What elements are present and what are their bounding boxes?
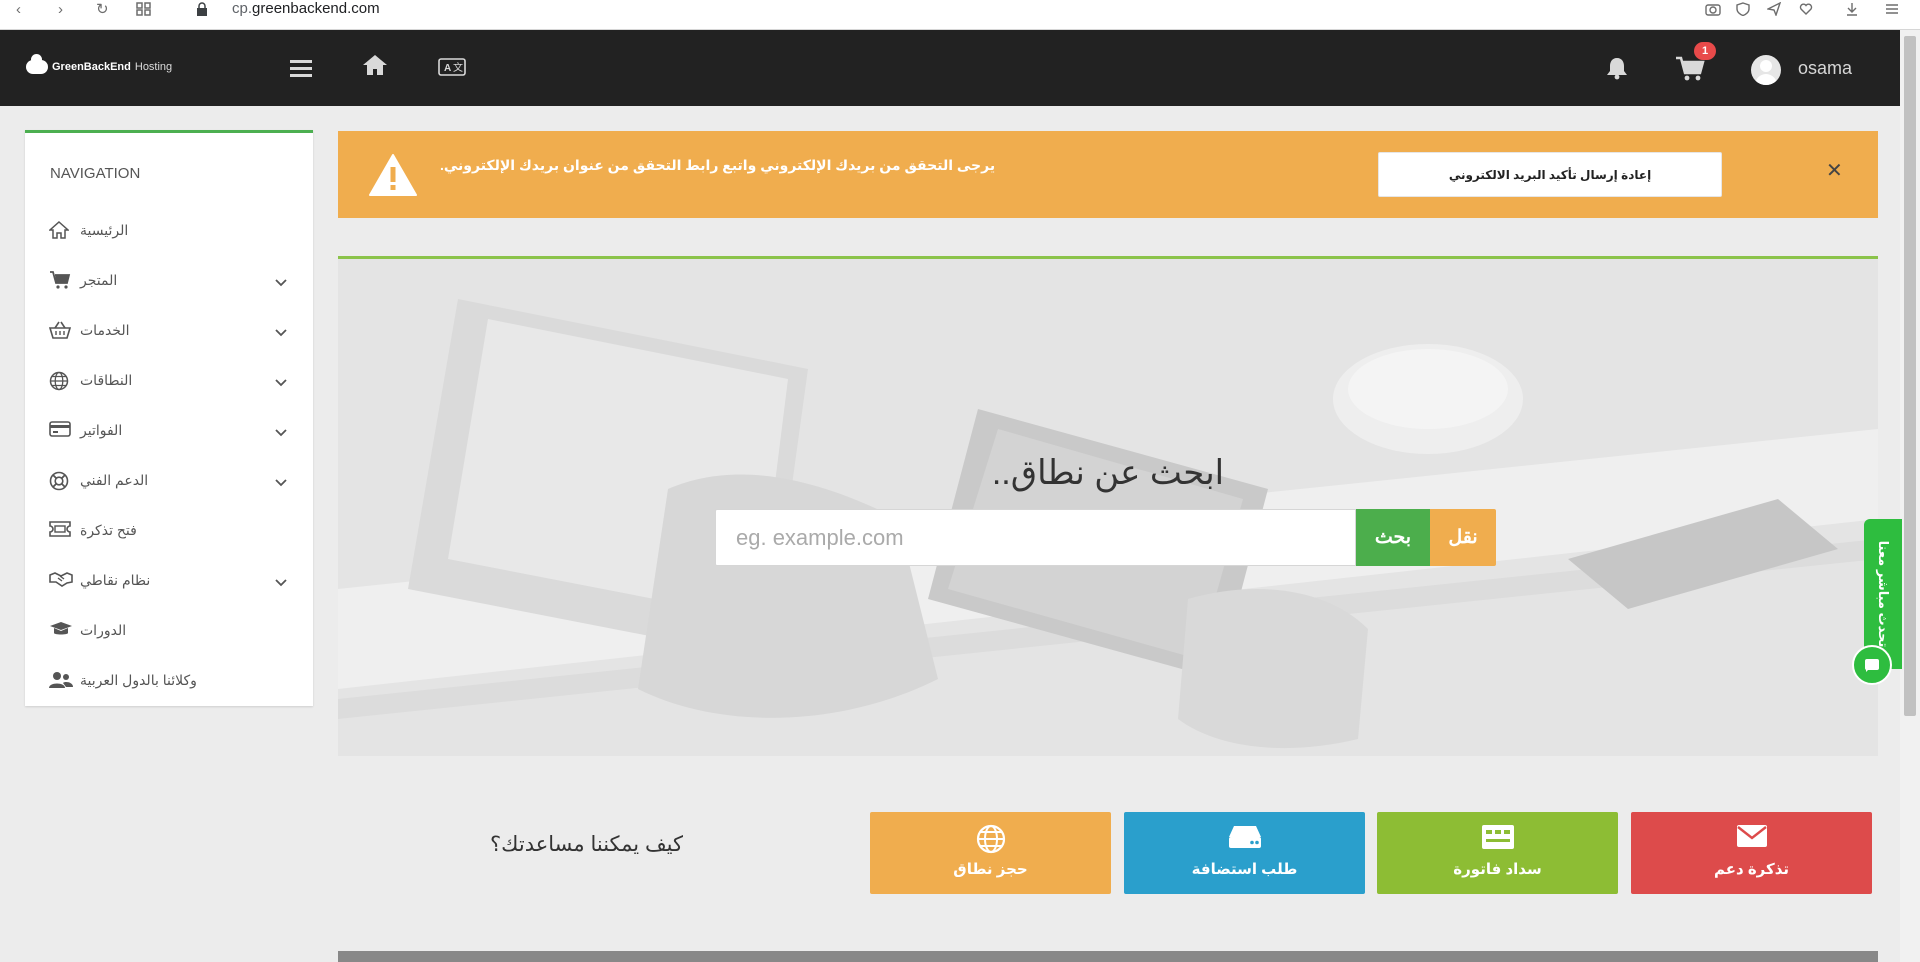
chevron-down-icon: [275, 424, 287, 442]
username[interactable]: osama: [1798, 58, 1852, 79]
avatar[interactable]: [1751, 55, 1781, 85]
site-logo[interactable]: GreenBackEnd Hosting: [26, 54, 173, 74]
graduation-cap-icon: [49, 621, 72, 641]
globe-icon: [49, 371, 71, 391]
sidebar-item-agents[interactable]: وكلائنا بالدول العربية: [25, 661, 313, 701]
invoice-icon: [1481, 824, 1515, 855]
url-bar[interactable]: cp.greenbackend.com: [232, 0, 380, 17]
url-domain: greenbackend.com: [252, 0, 380, 17]
page-scrollbar[interactable]: [1900, 30, 1920, 962]
pay-invoice-tile[interactable]: سداد فاتورة: [1377, 812, 1618, 894]
lifebuoy-icon: [49, 471, 71, 491]
tile-label: طلب استضافة: [1191, 861, 1298, 878]
ticket-icon: [49, 521, 71, 541]
sidebar-item-label: الدورات: [80, 622, 127, 638]
sidebar-item-home[interactable]: الرئيسية: [25, 211, 313, 251]
shield-icon[interactable]: [1736, 2, 1750, 19]
domain-search-button[interactable]: بحث: [1356, 509, 1430, 566]
bell-icon[interactable]: [1606, 56, 1628, 85]
camera-icon[interactable]: [1705, 2, 1721, 19]
domain-transfer-button[interactable]: نقل: [1430, 509, 1496, 566]
sidebar-item-support[interactable]: الدعم الفني: [25, 461, 313, 501]
chevron-down-icon: [275, 274, 287, 292]
hero-background-image: [338, 259, 1878, 756]
forward-icon[interactable]: ›: [58, 2, 63, 17]
cloud-icon: [26, 54, 48, 74]
sidebar-item-open-ticket[interactable]: فتح تذكرة: [25, 511, 313, 551]
chevron-down-icon: [275, 474, 287, 492]
chevron-down-icon: [275, 374, 287, 392]
logo-suffix: Hosting: [134, 61, 173, 73]
home-icon[interactable]: [362, 54, 388, 81]
basket-icon: [48, 321, 72, 341]
top-navbar: GreenBackEnd Hosting A文 1 osama: [0, 30, 1900, 106]
language-icon[interactable]: A文: [438, 58, 466, 81]
url-subdomain: cp.: [232, 0, 253, 17]
sidebar-item-label: الدعم الفني: [80, 472, 149, 488]
resend-verification-button[interactable]: إعادة إرسال تأكيد البريد الالكتروني: [1378, 152, 1722, 197]
chevron-down-icon: [275, 574, 287, 592]
cart-count-badge: 1: [1694, 42, 1716, 60]
home-icon: [48, 220, 71, 241]
order-hosting-tile[interactable]: طلب استضافة: [1124, 812, 1365, 894]
alert-message: يرجى التحقق من بريدك الإلكتروني واتبع را…: [440, 157, 996, 173]
heart-icon[interactable]: [1799, 2, 1813, 19]
svg-text:文: 文: [453, 61, 463, 74]
users-icon: [49, 671, 73, 691]
sidebar-item-label: الرئيسية: [80, 222, 129, 238]
sidebar-item-label: الفواتير: [80, 422, 123, 438]
browser-toolbar: ‹ › ↻ cp.greenbackend.com: [0, 0, 1920, 30]
scrollbar-thumb[interactable]: [1904, 36, 1916, 716]
chat-bubble-icon[interactable]: [1852, 645, 1892, 685]
warning-icon: [368, 153, 418, 202]
cart-icon: [49, 271, 71, 291]
sidebar-navigation: NAVIGATION الرئيسية المتجر الخدمات النطا…: [25, 130, 313, 706]
sidebar-item-store[interactable]: المتجر: [25, 261, 313, 301]
sidebar-item-domains[interactable]: النطاقات: [25, 361, 313, 401]
live-chat-label: تحدث مباشر معنا: [1876, 540, 1891, 648]
back-icon[interactable]: ‹: [16, 2, 21, 17]
domain-search-title: ابحث عن نطاق..: [991, 454, 1225, 492]
support-ticket-tile[interactable]: تذكرة دعم: [1631, 812, 1872, 894]
credit-card-icon: [49, 421, 71, 441]
close-icon[interactable]: ✕: [1826, 161, 1843, 181]
logo-brand: GreenBackEnd: [52, 61, 131, 73]
chevron-down-icon: [275, 324, 287, 342]
menu-toggle-icon[interactable]: [290, 58, 312, 83]
apps-icon[interactable]: [136, 2, 152, 19]
tile-label: تذكرة دعم: [1713, 861, 1790, 878]
download-icon[interactable]: [1845, 2, 1859, 19]
handshake-icon: [49, 571, 73, 591]
sidebar-item-label: الخدمات: [80, 322, 130, 338]
lock-icon: [196, 2, 208, 19]
sidebar-item-label: النطاقات: [80, 372, 133, 388]
envelope-icon: [1736, 824, 1768, 853]
help-question: كيف يمكننا مساعدتك؟: [490, 833, 684, 856]
sidebar-item-courses[interactable]: الدورات: [25, 611, 313, 651]
reload-icon[interactable]: ↻: [96, 2, 109, 17]
globe-icon: [976, 824, 1006, 859]
tile-label: حجز نطاق: [953, 861, 1028, 878]
sidebar-item-invoices[interactable]: الفواتير: [25, 411, 313, 451]
sidebar-item-label: نظام نقاطي: [80, 572, 151, 588]
tile-label: سداد فاتورة: [1453, 861, 1542, 878]
sidebar-item-label: المتجر: [80, 272, 118, 288]
domain-search-input[interactable]: [715, 509, 1356, 566]
server-icon: [1228, 824, 1262, 855]
svg-text:A: A: [444, 63, 451, 74]
register-domain-tile[interactable]: حجز نطاق: [870, 812, 1111, 894]
sidebar-item-label: وكلائنا بالدول العربية: [80, 672, 197, 688]
sidebar-item-points[interactable]: نظام نقاطي: [25, 561, 313, 601]
domain-search-hero: ابحث عن نطاق.. بحث نقل: [338, 256, 1878, 756]
sidebar-item-services[interactable]: الخدمات: [25, 311, 313, 351]
sidebar-item-label: فتح تذكرة: [80, 522, 137, 538]
cart-icon[interactable]: [1675, 56, 1705, 87]
next-section-edge: [338, 951, 1878, 962]
send-icon[interactable]: [1765, 1, 1782, 19]
settings-sliders-icon[interactable]: [1885, 2, 1899, 19]
nav-heading: NAVIGATION: [50, 165, 141, 182]
email-verification-alert: يرجى التحقق من بريدك الإلكتروني واتبع را…: [338, 131, 1878, 218]
